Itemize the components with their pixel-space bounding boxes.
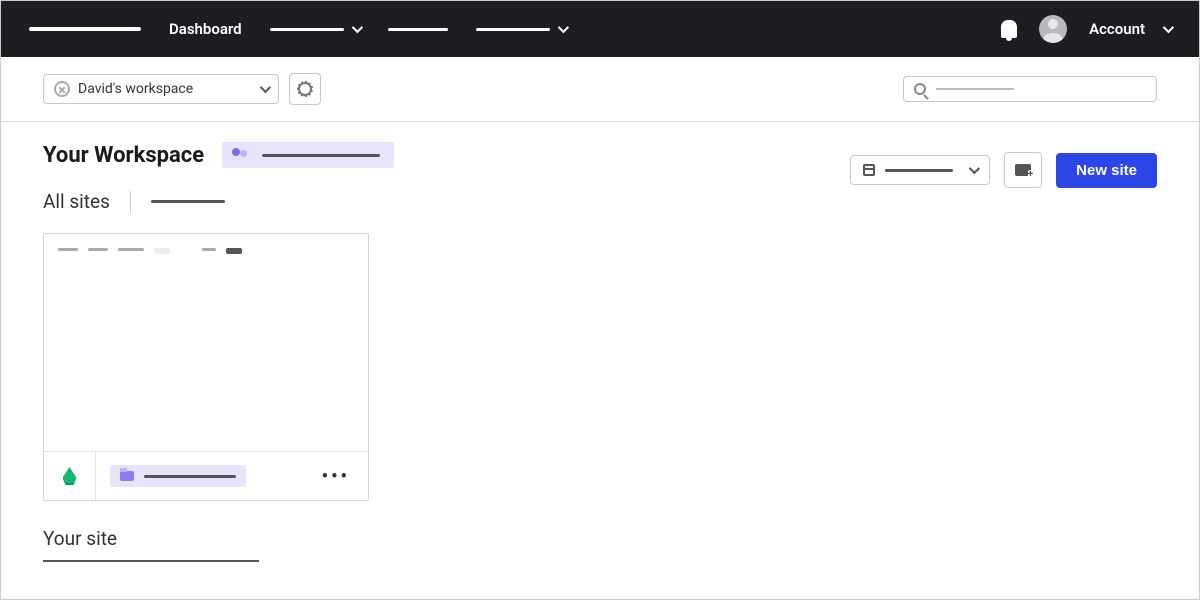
main-content: Your Workspace All sites New site [1,122,1199,582]
site-card-footer: ••• [44,452,368,500]
chevron-down-icon [969,163,980,174]
gear-icon [298,82,312,96]
workspace-name: David's workspace [78,81,193,97]
avatar[interactable] [1039,15,1067,43]
site-name [144,475,236,478]
workspace-settings-button[interactable] [289,73,321,105]
date-range-select[interactable] [850,155,990,185]
workspace-actions: New site [850,152,1157,188]
site-card-menu[interactable]: ••• [322,466,350,487]
site-card-preview [44,234,368,452]
nav-item-label [270,28,344,31]
preview-chip [226,248,242,254]
search-placeholder [936,88,1014,90]
sites-filter-row: All sites [43,190,394,213]
workspace-header: Your Workspace [43,142,394,168]
top-navbar: Dashboard Account [1,1,1199,57]
folder-plus-icon [1015,164,1031,176]
preview-fragment [202,248,216,251]
workspace-selector[interactable]: David's workspace [43,74,279,104]
search-icon [914,83,926,95]
folder-icon [120,471,134,481]
account-label: Account [1089,20,1145,38]
search-field[interactable] [903,76,1157,102]
sites-subtext [151,200,225,203]
site-status [44,452,96,500]
workspace-bar: David's workspace [1,57,1199,122]
nav-item-1[interactable] [270,25,360,33]
nav-item-label: Dashboard [169,20,242,38]
people-icon [232,148,250,162]
nav-item-label [388,28,448,31]
brand-logo[interactable] [29,27,141,31]
your-site-underline [43,560,259,562]
notifications-icon[interactable] [1001,20,1017,38]
nav-item-3[interactable] [476,25,566,33]
divider [130,191,131,213]
preview-fragment [58,248,78,251]
preview-fragment [88,248,108,251]
workspace-header-row: Your Workspace All sites New site [43,142,1157,213]
account-menu[interactable]: Account [1089,20,1171,38]
new-folder-button[interactable] [1004,152,1042,188]
nav-item-2[interactable] [388,28,448,31]
workspace-title: Your Workspace [43,143,204,168]
team-chip-label [262,154,380,157]
nav-dashboard[interactable]: Dashboard [169,20,242,38]
site-card[interactable]: ••• [43,233,369,501]
new-site-button[interactable]: New site [1056,153,1157,188]
nav-left: Dashboard [29,20,566,38]
chevron-down-icon [260,82,271,93]
nav-item-label [476,28,550,31]
rocket-icon [63,467,77,485]
workspace-icon [54,81,70,97]
nav-right: Account [1001,15,1171,43]
site-name-chip[interactable] [110,465,246,487]
your-site-heading: Your site [43,527,1157,550]
date-range-label [885,169,953,172]
preview-fragment [118,248,144,251]
chevron-down-icon [1163,22,1174,33]
preview-chip [154,248,170,254]
chevron-down-icon [557,22,568,33]
calendar-icon [863,164,875,176]
workspace-header-left: Your Workspace All sites [43,142,394,213]
chevron-down-icon [351,22,362,33]
all-sites-label: All sites [43,190,110,213]
team-chip[interactable] [222,142,394,168]
